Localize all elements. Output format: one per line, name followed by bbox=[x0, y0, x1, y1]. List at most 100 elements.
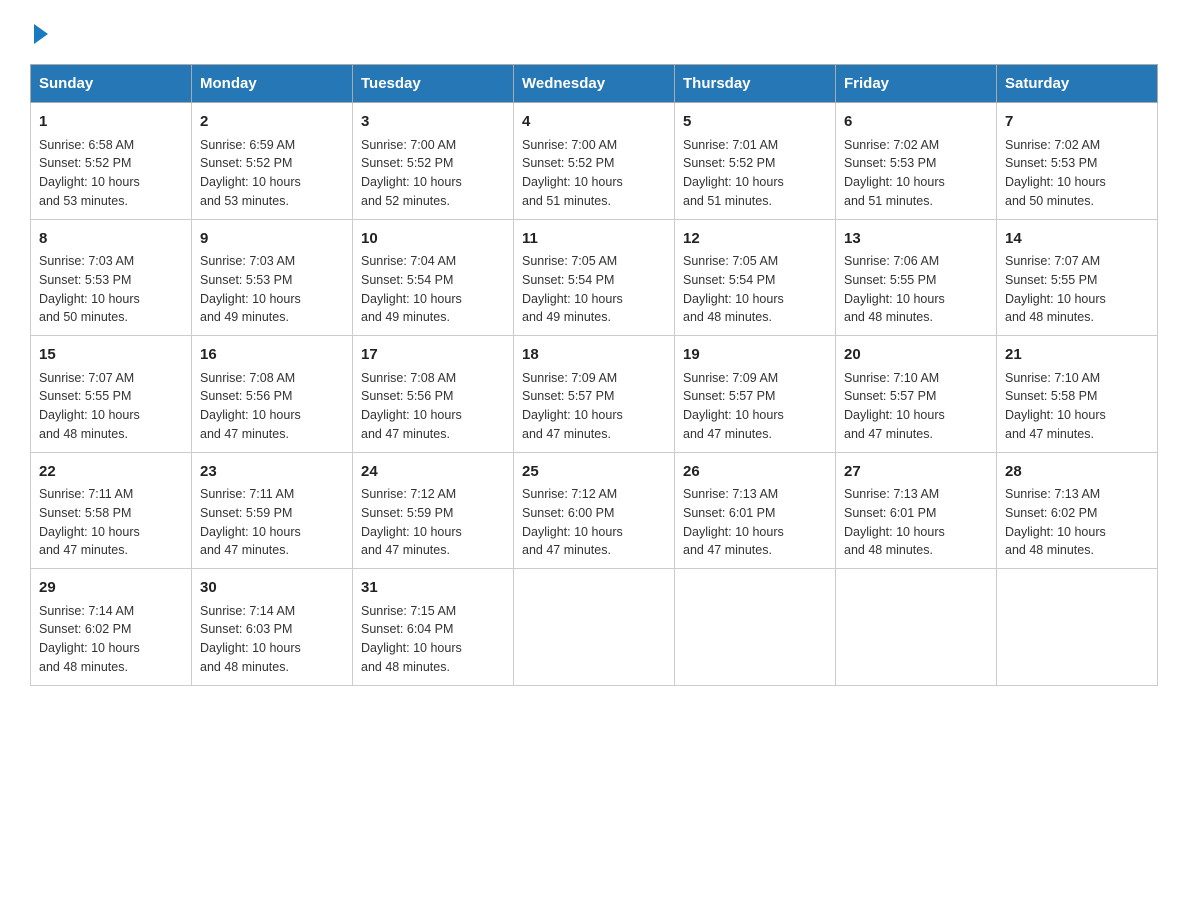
calendar-header-row: SundayMondayTuesdayWednesdayThursdayFrid… bbox=[31, 65, 1158, 103]
day-number: 19 bbox=[683, 344, 827, 367]
calendar-cell: 18 Sunrise: 7:09 AMSunset: 5:57 PMDaylig… bbox=[514, 336, 675, 453]
calendar-cell: 9 Sunrise: 7:03 AMSunset: 5:53 PMDayligh… bbox=[192, 219, 353, 336]
calendar-cell: 28 Sunrise: 7:13 AMSunset: 6:02 PMDaylig… bbox=[997, 452, 1158, 569]
calendar-cell: 22 Sunrise: 7:11 AMSunset: 5:58 PMDaylig… bbox=[31, 452, 192, 569]
column-header-sunday: Sunday bbox=[31, 65, 192, 103]
day-info: Sunrise: 7:09 AMSunset: 5:57 PMDaylight:… bbox=[522, 371, 623, 441]
day-info: Sunrise: 7:04 AMSunset: 5:54 PMDaylight:… bbox=[361, 254, 462, 324]
day-info: Sunrise: 7:10 AMSunset: 5:58 PMDaylight:… bbox=[1005, 371, 1106, 441]
day-info: Sunrise: 7:07 AMSunset: 5:55 PMDaylight:… bbox=[1005, 254, 1106, 324]
day-number: 5 bbox=[683, 111, 827, 134]
day-info: Sunrise: 7:07 AMSunset: 5:55 PMDaylight:… bbox=[39, 371, 140, 441]
column-header-wednesday: Wednesday bbox=[514, 65, 675, 103]
day-info: Sunrise: 7:01 AMSunset: 5:52 PMDaylight:… bbox=[683, 138, 784, 208]
calendar-cell: 24 Sunrise: 7:12 AMSunset: 5:59 PMDaylig… bbox=[353, 452, 514, 569]
day-info: Sunrise: 7:14 AMSunset: 6:02 PMDaylight:… bbox=[39, 604, 140, 674]
calendar-cell: 25 Sunrise: 7:12 AMSunset: 6:00 PMDaylig… bbox=[514, 452, 675, 569]
day-info: Sunrise: 7:12 AMSunset: 5:59 PMDaylight:… bbox=[361, 487, 462, 557]
day-number: 18 bbox=[522, 344, 666, 367]
calendar-week-row: 15 Sunrise: 7:07 AMSunset: 5:55 PMDaylig… bbox=[31, 336, 1158, 453]
calendar-cell bbox=[836, 569, 997, 686]
column-header-tuesday: Tuesday bbox=[353, 65, 514, 103]
column-header-monday: Monday bbox=[192, 65, 353, 103]
day-info: Sunrise: 7:08 AMSunset: 5:56 PMDaylight:… bbox=[200, 371, 301, 441]
calendar-week-row: 29 Sunrise: 7:14 AMSunset: 6:02 PMDaylig… bbox=[31, 569, 1158, 686]
calendar-week-row: 1 Sunrise: 6:58 AMSunset: 5:52 PMDayligh… bbox=[31, 103, 1158, 220]
day-info: Sunrise: 7:13 AMSunset: 6:01 PMDaylight:… bbox=[683, 487, 784, 557]
day-info: Sunrise: 7:00 AMSunset: 5:52 PMDaylight:… bbox=[522, 138, 623, 208]
day-info: Sunrise: 7:14 AMSunset: 6:03 PMDaylight:… bbox=[200, 604, 301, 674]
day-number: 24 bbox=[361, 461, 505, 484]
day-number: 1 bbox=[39, 111, 183, 134]
logo-triangle-icon bbox=[34, 24, 48, 44]
day-number: 8 bbox=[39, 228, 183, 251]
day-number: 20 bbox=[844, 344, 988, 367]
calendar-cell: 7 Sunrise: 7:02 AMSunset: 5:53 PMDayligh… bbox=[997, 103, 1158, 220]
day-number: 6 bbox=[844, 111, 988, 134]
day-number: 2 bbox=[200, 111, 344, 134]
day-number: 4 bbox=[522, 111, 666, 134]
day-info: Sunrise: 7:02 AMSunset: 5:53 PMDaylight:… bbox=[844, 138, 945, 208]
day-number: 12 bbox=[683, 228, 827, 251]
page-header bbox=[30, 20, 1158, 44]
day-number: 22 bbox=[39, 461, 183, 484]
day-number: 25 bbox=[522, 461, 666, 484]
calendar-cell: 29 Sunrise: 7:14 AMSunset: 6:02 PMDaylig… bbox=[31, 569, 192, 686]
calendar-cell: 23 Sunrise: 7:11 AMSunset: 5:59 PMDaylig… bbox=[192, 452, 353, 569]
logo bbox=[30, 20, 52, 44]
calendar-cell: 10 Sunrise: 7:04 AMSunset: 5:54 PMDaylig… bbox=[353, 219, 514, 336]
day-info: Sunrise: 7:03 AMSunset: 5:53 PMDaylight:… bbox=[200, 254, 301, 324]
day-info: Sunrise: 7:09 AMSunset: 5:57 PMDaylight:… bbox=[683, 371, 784, 441]
calendar-cell bbox=[514, 569, 675, 686]
calendar-cell: 3 Sunrise: 7:00 AMSunset: 5:52 PMDayligh… bbox=[353, 103, 514, 220]
calendar-cell: 4 Sunrise: 7:00 AMSunset: 5:52 PMDayligh… bbox=[514, 103, 675, 220]
day-number: 23 bbox=[200, 461, 344, 484]
calendar-cell: 14 Sunrise: 7:07 AMSunset: 5:55 PMDaylig… bbox=[997, 219, 1158, 336]
day-number: 26 bbox=[683, 461, 827, 484]
calendar-cell: 30 Sunrise: 7:14 AMSunset: 6:03 PMDaylig… bbox=[192, 569, 353, 686]
calendar-cell: 2 Sunrise: 6:59 AMSunset: 5:52 PMDayligh… bbox=[192, 103, 353, 220]
day-number: 11 bbox=[522, 228, 666, 251]
day-number: 29 bbox=[39, 577, 183, 600]
column-header-thursday: Thursday bbox=[675, 65, 836, 103]
calendar-cell: 8 Sunrise: 7:03 AMSunset: 5:53 PMDayligh… bbox=[31, 219, 192, 336]
day-info: Sunrise: 6:59 AMSunset: 5:52 PMDaylight:… bbox=[200, 138, 301, 208]
day-info: Sunrise: 7:05 AMSunset: 5:54 PMDaylight:… bbox=[522, 254, 623, 324]
day-info: Sunrise: 7:00 AMSunset: 5:52 PMDaylight:… bbox=[361, 138, 462, 208]
day-info: Sunrise: 7:05 AMSunset: 5:54 PMDaylight:… bbox=[683, 254, 784, 324]
calendar-cell: 12 Sunrise: 7:05 AMSunset: 5:54 PMDaylig… bbox=[675, 219, 836, 336]
calendar-cell: 11 Sunrise: 7:05 AMSunset: 5:54 PMDaylig… bbox=[514, 219, 675, 336]
calendar-cell: 6 Sunrise: 7:02 AMSunset: 5:53 PMDayligh… bbox=[836, 103, 997, 220]
day-number: 28 bbox=[1005, 461, 1149, 484]
day-number: 16 bbox=[200, 344, 344, 367]
calendar-cell: 20 Sunrise: 7:10 AMSunset: 5:57 PMDaylig… bbox=[836, 336, 997, 453]
day-number: 30 bbox=[200, 577, 344, 600]
calendar-week-row: 8 Sunrise: 7:03 AMSunset: 5:53 PMDayligh… bbox=[31, 219, 1158, 336]
day-info: Sunrise: 7:15 AMSunset: 6:04 PMDaylight:… bbox=[361, 604, 462, 674]
day-info: Sunrise: 7:06 AMSunset: 5:55 PMDaylight:… bbox=[844, 254, 945, 324]
day-info: Sunrise: 6:58 AMSunset: 5:52 PMDaylight:… bbox=[39, 138, 140, 208]
calendar-cell bbox=[675, 569, 836, 686]
day-number: 31 bbox=[361, 577, 505, 600]
column-header-friday: Friday bbox=[836, 65, 997, 103]
day-number: 14 bbox=[1005, 228, 1149, 251]
calendar-table: SundayMondayTuesdayWednesdayThursdayFrid… bbox=[30, 64, 1158, 686]
calendar-cell: 17 Sunrise: 7:08 AMSunset: 5:56 PMDaylig… bbox=[353, 336, 514, 453]
day-info: Sunrise: 7:03 AMSunset: 5:53 PMDaylight:… bbox=[39, 254, 140, 324]
calendar-cell: 13 Sunrise: 7:06 AMSunset: 5:55 PMDaylig… bbox=[836, 219, 997, 336]
calendar-cell: 27 Sunrise: 7:13 AMSunset: 6:01 PMDaylig… bbox=[836, 452, 997, 569]
day-info: Sunrise: 7:11 AMSunset: 5:58 PMDaylight:… bbox=[39, 487, 140, 557]
day-number: 7 bbox=[1005, 111, 1149, 134]
day-number: 17 bbox=[361, 344, 505, 367]
column-header-saturday: Saturday bbox=[997, 65, 1158, 103]
calendar-cell: 15 Sunrise: 7:07 AMSunset: 5:55 PMDaylig… bbox=[31, 336, 192, 453]
day-info: Sunrise: 7:11 AMSunset: 5:59 PMDaylight:… bbox=[200, 487, 301, 557]
calendar-cell: 26 Sunrise: 7:13 AMSunset: 6:01 PMDaylig… bbox=[675, 452, 836, 569]
day-info: Sunrise: 7:12 AMSunset: 6:00 PMDaylight:… bbox=[522, 487, 623, 557]
calendar-cell bbox=[997, 569, 1158, 686]
day-info: Sunrise: 7:10 AMSunset: 5:57 PMDaylight:… bbox=[844, 371, 945, 441]
calendar-cell: 19 Sunrise: 7:09 AMSunset: 5:57 PMDaylig… bbox=[675, 336, 836, 453]
day-number: 9 bbox=[200, 228, 344, 251]
day-info: Sunrise: 7:02 AMSunset: 5:53 PMDaylight:… bbox=[1005, 138, 1106, 208]
day-info: Sunrise: 7:08 AMSunset: 5:56 PMDaylight:… bbox=[361, 371, 462, 441]
